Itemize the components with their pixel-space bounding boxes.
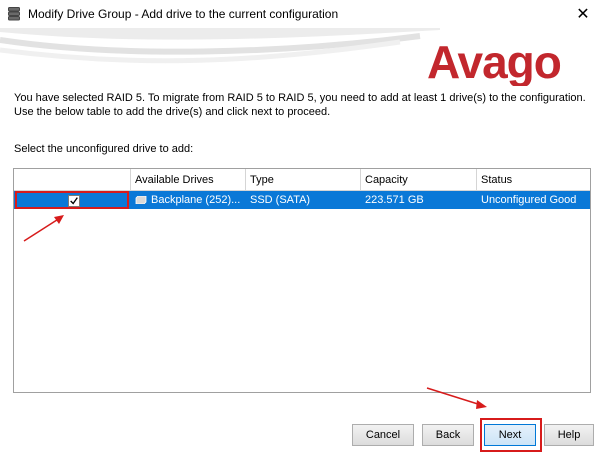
avago-logo: Avago (427, 36, 562, 86)
intro-line-1: You have selected RAID 5. To migrate fro… (14, 92, 586, 104)
checkmark-icon (70, 197, 78, 205)
close-button[interactable]: ✕ (572, 4, 594, 26)
column-header-capacity[interactable]: Capacity (361, 169, 477, 191)
intro-line-2: Use the below table to add the drive(s) … (14, 106, 331, 118)
annotation-arrow-next (426, 387, 487, 409)
help-button[interactable]: Help (544, 424, 594, 446)
column-header-available-drives[interactable]: Available Drives (131, 169, 246, 191)
hard-drive-icon (135, 196, 147, 205)
cancel-button[interactable]: Cancel (352, 424, 414, 446)
column-header-select[interactable] (14, 169, 131, 191)
back-button[interactable]: Back (422, 424, 474, 446)
drive-select-checkbox[interactable] (68, 195, 80, 207)
column-header-status[interactable]: Status (477, 169, 590, 191)
logo-text: Avago (427, 36, 561, 86)
annotation-arrow-checkbox (23, 215, 64, 242)
cell-capacity: 223.571 GB (365, 194, 424, 206)
intro-text: You have selected RAID 5. To migrate fro… (14, 91, 594, 119)
column-header-type[interactable]: Type (246, 169, 361, 191)
window-title: Modify Drive Group - Add drive to the cu… (28, 7, 339, 21)
cell-available-drive: Backplane (252)... (131, 191, 246, 209)
checkbox-cell-highlight[interactable] (15, 191, 129, 209)
table-header: Available Drives Type Capacity Status (14, 169, 590, 191)
available-drive-text: Backplane (252)... (151, 194, 241, 206)
table-row[interactable]: Backplane (252)... SSD (SATA) 223.571 GB… (14, 191, 590, 209)
drive-group-icon (8, 7, 20, 21)
close-icon: ✕ (576, 6, 590, 23)
cell-status: Unconfigured Good (481, 194, 577, 206)
drives-table[interactable]: Available Drives Type Capacity Status Ba… (13, 168, 591, 393)
select-drive-label: Select the unconfigured drive to add: (14, 143, 194, 155)
title-bar: Modify Drive Group - Add drive to the cu… (0, 0, 600, 30)
next-button[interactable]: Next (484, 424, 536, 446)
cell-type: SSD (SATA) (250, 194, 311, 206)
